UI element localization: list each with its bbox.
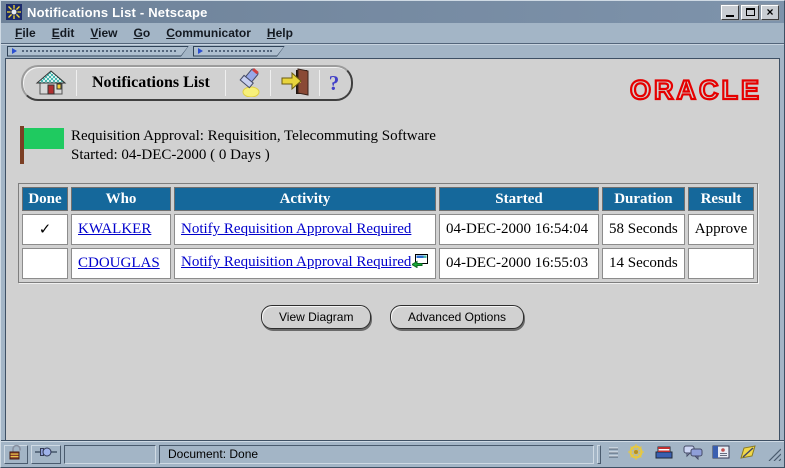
component-bar-handle[interactable] bbox=[597, 445, 601, 464]
inbox-icon[interactable] bbox=[654, 444, 674, 465]
netscape-logo-icon bbox=[6, 4, 22, 20]
page-title: Notifications List bbox=[86, 74, 216, 92]
menu-help[interactable]: Help bbox=[259, 24, 301, 42]
status-bar: Document: Done bbox=[1, 440, 784, 467]
col-header-done: Done bbox=[22, 187, 68, 211]
window-title: Notifications List - Netscape bbox=[27, 5, 716, 20]
window-controls: × bbox=[721, 5, 779, 20]
col-header-result: Result bbox=[688, 187, 755, 211]
notifications-table: Done Who Activity Started Duration Resul… bbox=[18, 183, 758, 283]
done-checkmark: ✓ bbox=[22, 214, 68, 245]
duration-cell: 14 Seconds bbox=[602, 248, 685, 279]
action-buttons: View Diagram Advanced Options bbox=[5, 305, 780, 329]
menu-view[interactable]: View bbox=[82, 24, 125, 42]
flashlight-icon bbox=[235, 67, 261, 100]
result-cell: Approve bbox=[688, 214, 755, 245]
expand-arrow-icon bbox=[12, 48, 17, 54]
collapsed-navigation-toolbar[interactable] bbox=[7, 46, 189, 57]
notification-header: Requisition Approval: Requisition, Telec… bbox=[20, 126, 780, 165]
home-button[interactable] bbox=[35, 68, 67, 99]
notification-title: Requisition Approval: Requisition, Telec… bbox=[71, 127, 436, 146]
component-bar bbox=[604, 444, 762, 465]
col-header-activity: Activity bbox=[174, 187, 436, 211]
home-icon bbox=[35, 68, 67, 99]
progress-area bbox=[64, 445, 156, 464]
open-padlock-icon bbox=[8, 444, 24, 465]
view-diagram-button[interactable]: View Diagram bbox=[261, 305, 371, 329]
toolbar-separator bbox=[76, 70, 77, 96]
composer-icon[interactable] bbox=[739, 444, 757, 465]
notification-started: Started: 04-DEC-2000 ( 0 Days ) bbox=[71, 146, 436, 165]
started-cell: 04-DEC-2000 16:54:04 bbox=[439, 214, 599, 245]
advanced-options-button[interactable]: Advanced Options bbox=[390, 305, 524, 329]
toolbar-separator bbox=[225, 70, 226, 96]
question-mark-icon: ? bbox=[329, 71, 340, 96]
navigator-wheel-icon[interactable] bbox=[627, 444, 645, 465]
table-row: ✓ KWALKER Notify Requisition Approval Re… bbox=[22, 214, 754, 245]
workflow-toolbar: Notifications List bbox=[21, 65, 353, 101]
menu-edit[interactable]: Edit bbox=[44, 24, 83, 42]
maximize-icon bbox=[746, 8, 755, 16]
close-icon: × bbox=[766, 6, 773, 18]
who-link[interactable]: KWALKER bbox=[78, 221, 151, 237]
green-flag-icon bbox=[20, 126, 67, 164]
title-bar[interactable]: Notifications List - Netscape × bbox=[1, 1, 784, 23]
done-checkmark bbox=[22, 248, 68, 279]
menu-bar: File Edit View Go Communicator Help bbox=[1, 23, 784, 43]
collapsed-location-toolbar[interactable] bbox=[193, 46, 285, 57]
table-row: CDOUGLAS Notify Requisition Approval Req… bbox=[22, 248, 754, 279]
maximize-button[interactable] bbox=[741, 5, 759, 20]
toolbar-separator bbox=[270, 70, 271, 96]
help-button[interactable]: ? bbox=[329, 71, 340, 96]
expand-arrow-icon bbox=[198, 48, 203, 54]
duration-cell: 58 Seconds bbox=[602, 214, 685, 245]
col-header-started: Started bbox=[439, 187, 599, 211]
menu-communicator[interactable]: Communicator bbox=[158, 24, 259, 42]
netscape-window: Notifications List - Netscape × File Edi… bbox=[0, 0, 785, 468]
who-link[interactable]: CDOUGLAS bbox=[78, 255, 160, 271]
flag-cloth bbox=[24, 128, 64, 149]
response-required-icon bbox=[412, 254, 428, 273]
minimize-icon bbox=[726, 15, 734, 17]
drag-handle-icon[interactable] bbox=[609, 444, 618, 465]
started-cell: 04-DEC-2000 16:55:03 bbox=[439, 248, 599, 279]
document-status: Document: Done bbox=[159, 445, 594, 464]
exit-door-icon bbox=[280, 68, 310, 99]
oracle-logo[interactable]: ORACLE bbox=[630, 75, 762, 106]
col-header-duration: Duration bbox=[602, 187, 685, 211]
resize-grip-icon[interactable] bbox=[767, 447, 781, 461]
minimize-button[interactable] bbox=[721, 5, 739, 20]
toolbar-texture bbox=[208, 50, 272, 52]
collapsed-toolbars bbox=[1, 43, 784, 58]
menu-file[interactable]: File bbox=[7, 24, 44, 42]
activity-link[interactable]: Notify Requisition Approval Required bbox=[181, 221, 411, 237]
address-book-icon[interactable] bbox=[712, 444, 730, 465]
exit-button[interactable] bbox=[280, 68, 310, 99]
online-plug-icon bbox=[35, 445, 57, 463]
close-button[interactable]: × bbox=[761, 5, 779, 20]
menu-go[interactable]: Go bbox=[126, 24, 159, 42]
discussions-icon[interactable] bbox=[683, 444, 703, 465]
security-indicator[interactable] bbox=[4, 445, 28, 464]
page-content: Notifications List bbox=[1, 58, 784, 440]
result-cell bbox=[688, 248, 755, 279]
toolbar-texture bbox=[22, 50, 176, 52]
table-header-row: Done Who Activity Started Duration Resul… bbox=[22, 187, 754, 211]
activity-link[interactable]: Notify Requisition Approval Required bbox=[181, 254, 411, 270]
col-header-who: Who bbox=[71, 187, 171, 211]
toolbar-separator bbox=[319, 70, 320, 96]
online-status-indicator[interactable] bbox=[31, 445, 61, 464]
find-notifications-button[interactable] bbox=[235, 67, 261, 100]
